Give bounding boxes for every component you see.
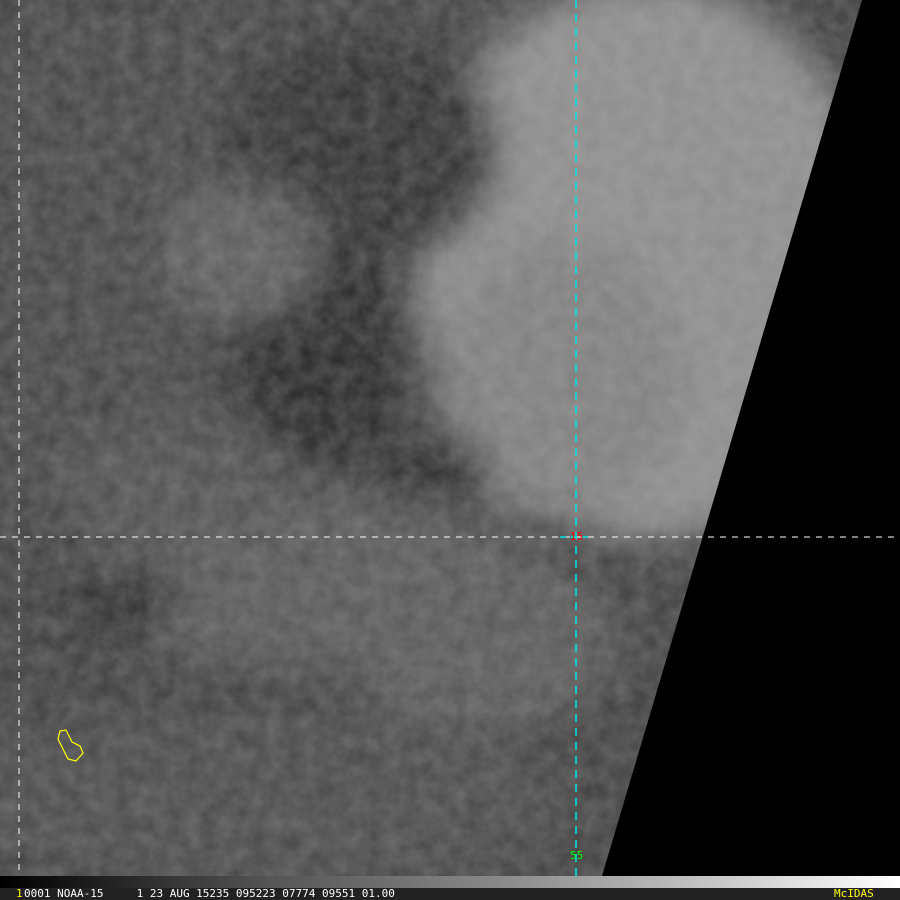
frame-number: 1 — [16, 887, 23, 900]
latitude-label: 15 — [570, 530, 584, 543]
satellite-image-viewer: 15 55 1 0001 NOAA-15 1 23 AUG 15235 0952… — [0, 0, 900, 900]
mcidas-brand: McIDAS — [834, 887, 874, 900]
satellite-imagery — [0, 0, 900, 876]
image-info: 0001 NOAA-15 1 23 AUG 15235 095223 07774… — [24, 887, 395, 900]
info-strip: 1 0001 NOAA-15 1 23 AUG 15235 095223 077… — [0, 888, 900, 900]
longitude-label: 55 — [570, 849, 584, 862]
